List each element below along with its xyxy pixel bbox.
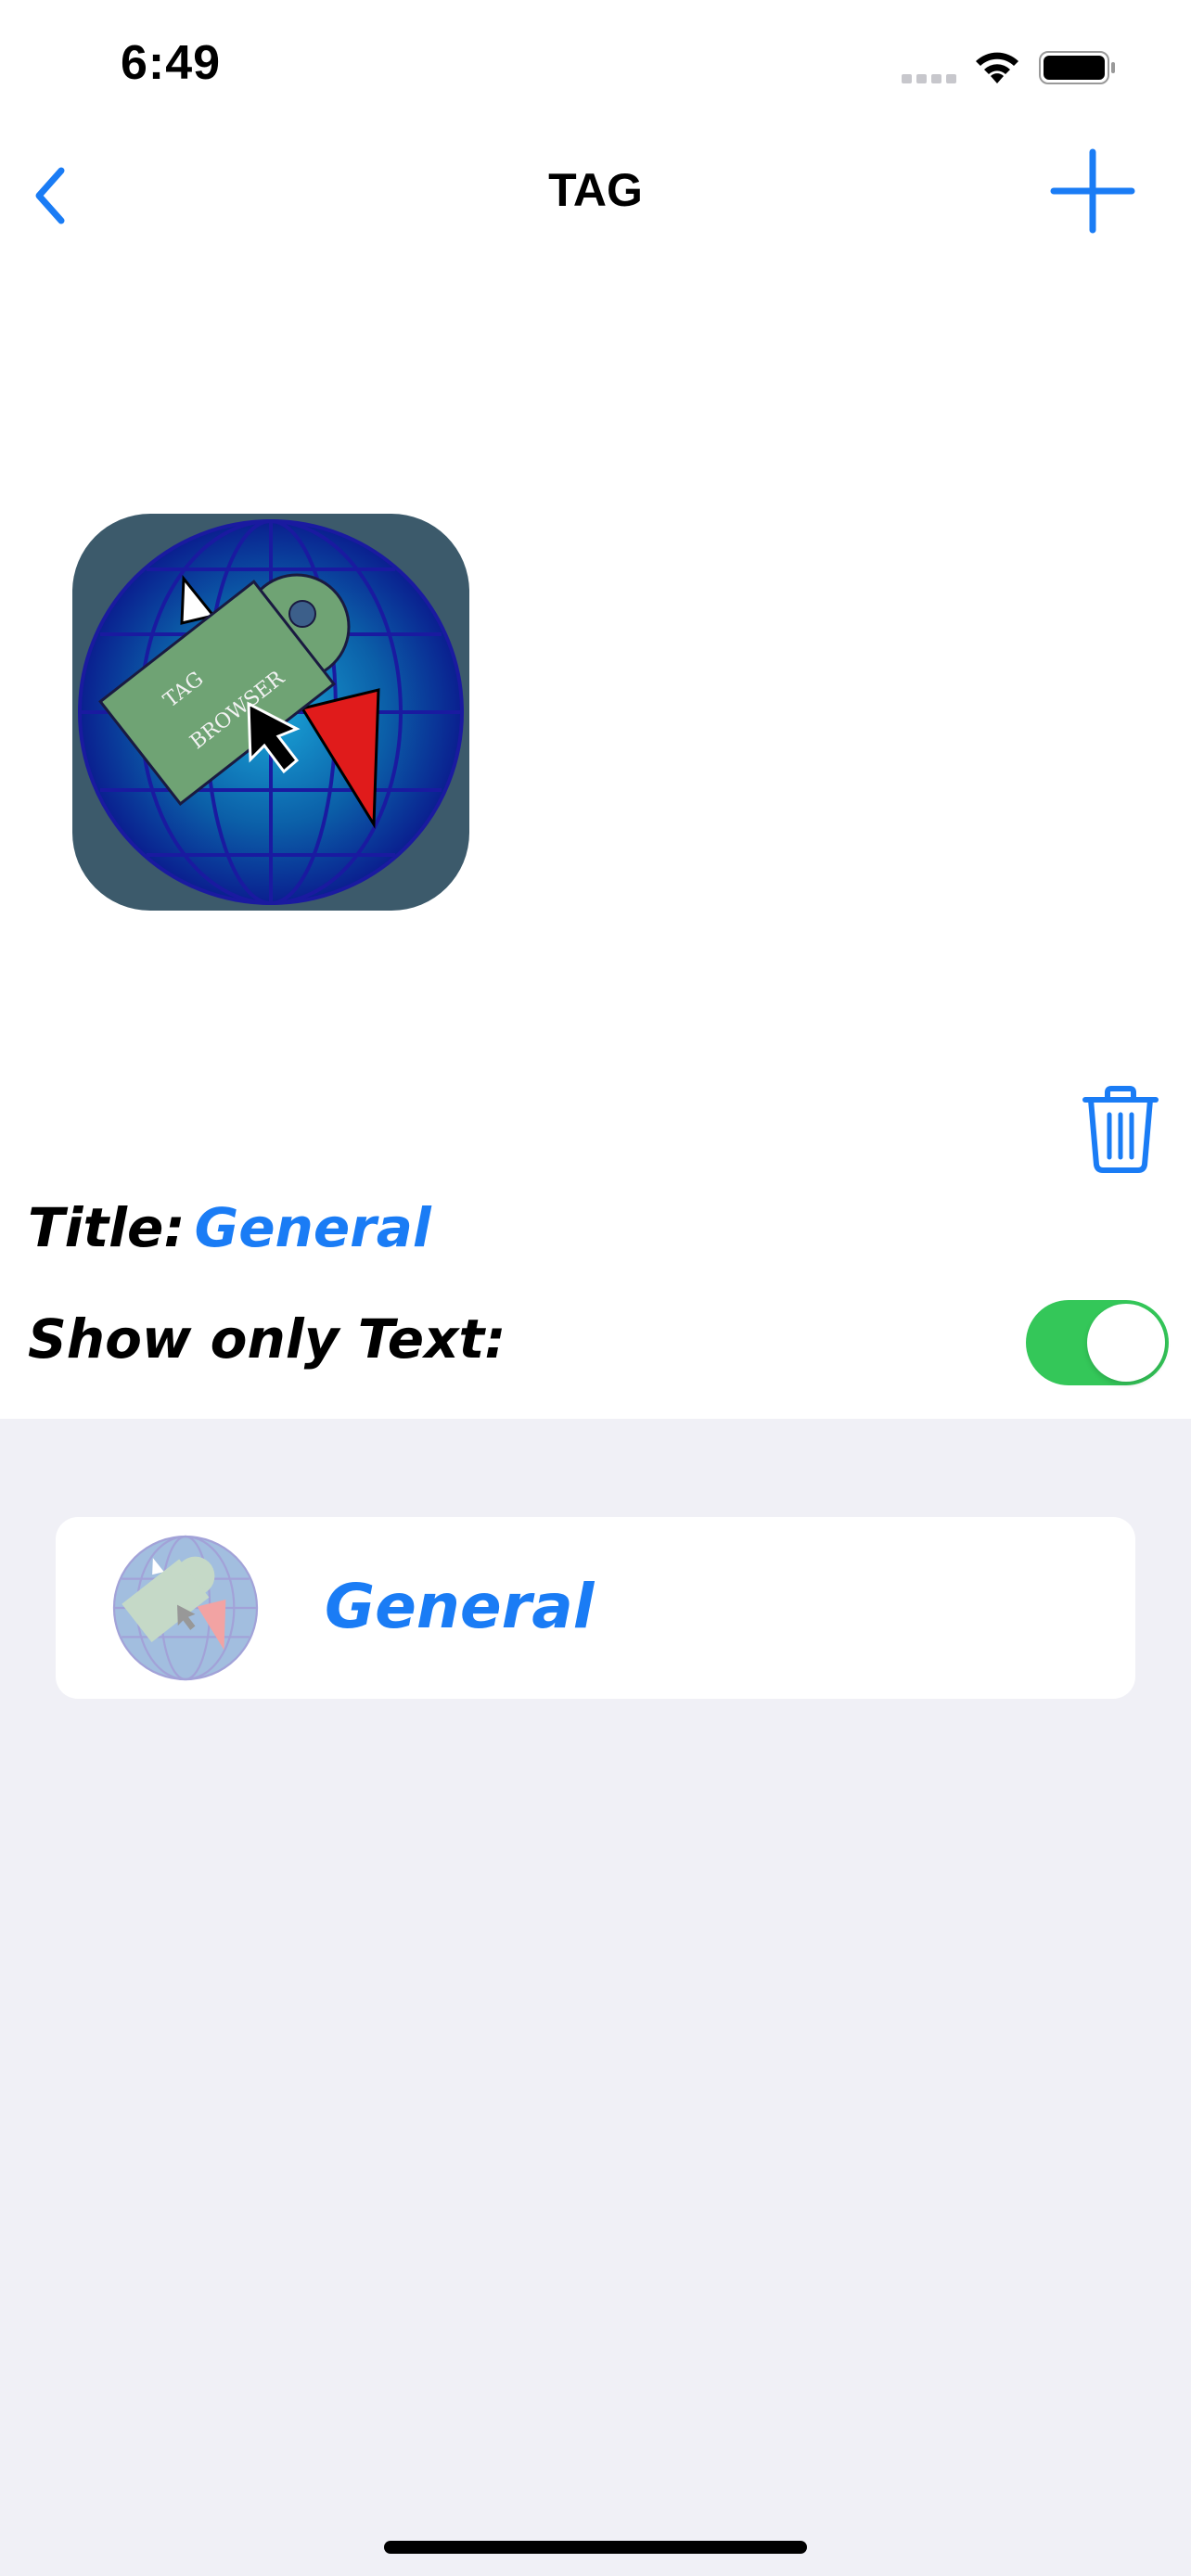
cellular-signal-icon [902,74,956,83]
list-item[interactable]: General [56,1517,1135,1699]
status-bar: 6:49 [0,0,1191,130]
tag-list-section: General [0,1419,1191,2576]
home-indicator[interactable] [384,2541,807,2554]
tag-image[interactable]: TAG BROWSER [72,514,469,911]
navigation-bar: TAG [0,130,1191,250]
list-item-thumbnail [111,1534,260,1682]
show-only-text-toggle[interactable] [1026,1300,1169,1385]
list-item-label: General [325,1571,595,1642]
trash-icon[interactable] [1082,1085,1159,1174]
page-title: TAG [548,164,643,216]
tag-browser-logo: TAG BROWSER [78,519,464,905]
wifi-icon [976,52,1018,83]
battery-icon [1039,51,1115,84]
title-value[interactable]: General [195,1196,431,1259]
status-time: 6:49 [121,36,222,90]
show-only-text-label: Show only Text: [28,1307,506,1371]
title-label: Title: [28,1196,186,1259]
add-plus-icon[interactable] [1048,147,1137,236]
tag-browser-logo-small [112,1535,259,1681]
title-row: Title: General [28,1196,431,1259]
toggle-knob [1087,1304,1165,1382]
